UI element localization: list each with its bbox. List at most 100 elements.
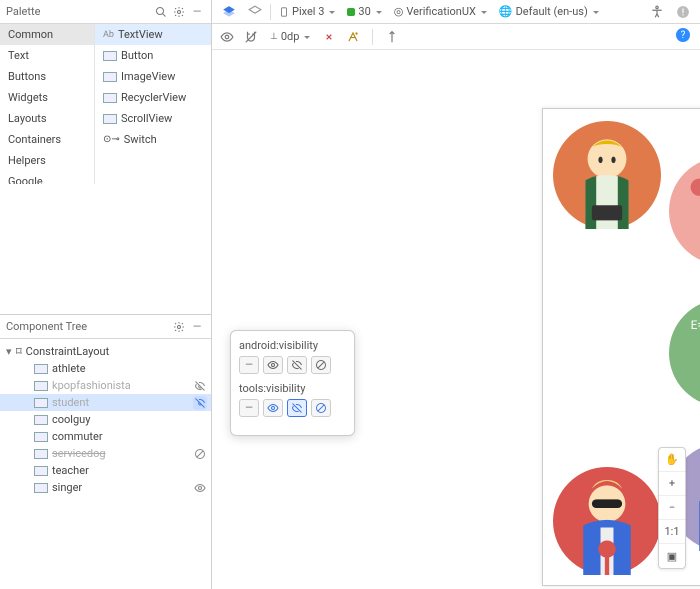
palette-header: Palette — — [0, 0, 211, 24]
category-text[interactable]: Text — [0, 45, 94, 66]
api-level: 30 — [358, 5, 370, 18]
visibility-popover: android:visibility — tools:visibility — — [230, 330, 355, 436]
zoom-fit-button[interactable]: 1:1 — [659, 520, 685, 544]
widget-button[interactable]: Button — [95, 45, 211, 66]
accessibility-icon[interactable] — [646, 3, 668, 21]
blueprint-icon[interactable] — [244, 3, 266, 21]
tree-item-student[interactable]: student — [0, 394, 211, 411]
tree-item-commuter[interactable]: commuter — [0, 428, 211, 445]
clear-constraints-icon[interactable] — [320, 28, 338, 46]
zoom-in-button[interactable]: + — [659, 472, 685, 496]
palette-title: Palette — [6, 5, 151, 18]
device-select[interactable]: Pixel 3 — [275, 3, 339, 21]
gear-icon[interactable] — [171, 4, 187, 20]
margin-value: 0dp — [281, 30, 300, 43]
tree-item-teacher[interactable]: teacher — [0, 462, 211, 479]
palette-categories: Common Text Buttons Widgets Layouts Cont… — [0, 24, 95, 184]
device-name: Pixel 3 — [292, 5, 324, 18]
locale-select[interactable]: 🌐Default (en-us) — [495, 3, 603, 21]
tree-label: student — [52, 396, 205, 409]
category-helpers[interactable]: Helpers — [0, 150, 94, 171]
tree-label: commuter — [52, 430, 205, 443]
widget-label: ImageView — [121, 70, 175, 83]
widget-label: Switch — [124, 133, 157, 146]
tree-expand-icon[interactable]: ▾ — [6, 345, 16, 358]
component-tree-header: Component Tree — — [0, 315, 211, 339]
tree-label: coolguy — [52, 413, 205, 426]
category-common[interactable]: Common — [0, 24, 94, 45]
tree-label: singer — [52, 481, 205, 494]
pan-button[interactable]: ✋ — [659, 448, 685, 472]
popover-android-label: android:visibility — [239, 339, 346, 352]
android-vis-invisible[interactable] — [287, 356, 307, 374]
tree-item-singer[interactable]: singer — [0, 479, 211, 496]
widget-label: Button — [121, 49, 153, 62]
tree-item-athlete[interactable]: athlete — [0, 360, 211, 377]
widget-recyclerview[interactable]: RecyclerView — [95, 87, 211, 108]
palette-widgets: AbTextView Button ImageView RecyclerView… — [95, 24, 211, 184]
palette-body: Common Text Buttons Widgets Layouts Cont… — [0, 24, 211, 184]
widget-textview[interactable]: AbTextView — [95, 24, 211, 45]
zoom-out-button[interactable]: − — [659, 496, 685, 520]
widget-label: RecyclerView — [121, 91, 186, 104]
infer-constraints-icon[interactable] — [344, 28, 362, 46]
zoom-frame-button[interactable]: ▣ — [659, 544, 685, 568]
widget-label: ScrollView — [121, 112, 172, 125]
theme-select[interactable]: ◎VerificationUX — [390, 3, 491, 21]
device-toolbar: Pixel 3 30 ◎VerificationUX 🌐Default (en-… — [212, 0, 700, 24]
layers-icon[interactable] — [218, 3, 240, 21]
tree-label: kpopfashionista — [52, 379, 205, 392]
tree-label: teacher — [52, 464, 205, 477]
default-margin[interactable]: ⊥0dp — [266, 28, 314, 46]
android-vis-visible[interactable] — [263, 356, 283, 374]
category-buttons[interactable]: Buttons — [0, 66, 94, 87]
guidelines-icon[interactable] — [383, 28, 401, 46]
avatar-coolguy[interactable] — [553, 467, 661, 575]
tools-vis-visible[interactable] — [263, 399, 283, 417]
design-toolbar: ⊥0dp — [212, 24, 700, 50]
design-canvas[interactable]: 🔧 E=mc²✦ — [212, 50, 700, 589]
tree-item-coolguy[interactable]: coolguy — [0, 411, 211, 428]
eye-icon[interactable] — [193, 481, 207, 495]
tools-vis-invisible[interactable] — [287, 399, 307, 417]
avatar-kpopfashionista[interactable] — [669, 157, 700, 265]
tools-vis-gone[interactable] — [311, 399, 331, 417]
widget-label: TextView — [118, 28, 163, 41]
gone-icon[interactable] — [193, 447, 207, 461]
component-tree-title: Component Tree — [6, 320, 169, 333]
collapse-icon[interactable]: — — [189, 319, 205, 335]
eye-icon[interactable] — [218, 28, 236, 46]
popover-tools-label: tools:visibility — [239, 382, 346, 395]
palette-blank — [0, 184, 211, 314]
android-vis-gone[interactable] — [311, 356, 331, 374]
svg-text:E=mc²: E=mc² — [691, 318, 700, 332]
magnet-icon[interactable] — [242, 28, 260, 46]
collapse-icon[interactable]: — — [189, 4, 205, 20]
widget-scrollview[interactable]: ScrollView — [95, 108, 211, 129]
tools-vis-none[interactable]: — — [239, 399, 259, 417]
locale-name: Default (en-us) — [516, 5, 588, 18]
search-icon[interactable] — [153, 4, 169, 20]
component-tree-body: ▾ ⌑ ConstraintLayout athlete kpopfashion… — [0, 339, 211, 589]
widget-imageview[interactable]: ImageView — [95, 66, 211, 87]
help-icon[interactable]: ? — [676, 28, 690, 42]
category-layouts[interactable]: Layouts — [0, 108, 94, 129]
tree-label: athlete — [52, 362, 205, 375]
category-containers[interactable]: Containers — [0, 129, 94, 150]
api-select[interactable]: 30 — [343, 3, 385, 21]
tree-label: servicedog — [52, 447, 205, 460]
tree-item-servicedog[interactable]: servicedog — [0, 445, 211, 462]
tools-visibility-icon[interactable] — [193, 396, 207, 410]
tree-root-label: ConstraintLayout — [26, 345, 205, 358]
tree-item-kpopfashionista[interactable]: kpopfashionista — [0, 377, 211, 394]
gear-icon[interactable] — [171, 319, 187, 335]
theme-name: VerificationUX — [406, 5, 476, 18]
category-widgets[interactable]: Widgets — [0, 87, 94, 108]
tree-root[interactable]: ▾ ⌑ ConstraintLayout — [0, 343, 211, 360]
android-vis-none[interactable]: — — [239, 356, 259, 374]
avatar-teacher[interactable]: E=mc²✦ — [669, 299, 700, 407]
avatar-athlete[interactable] — [553, 121, 661, 229]
eye-off-icon[interactable] — [193, 379, 207, 393]
warnings-icon[interactable] — [672, 3, 694, 21]
widget-switch[interactable]: ⊙⊸Switch — [95, 129, 211, 150]
